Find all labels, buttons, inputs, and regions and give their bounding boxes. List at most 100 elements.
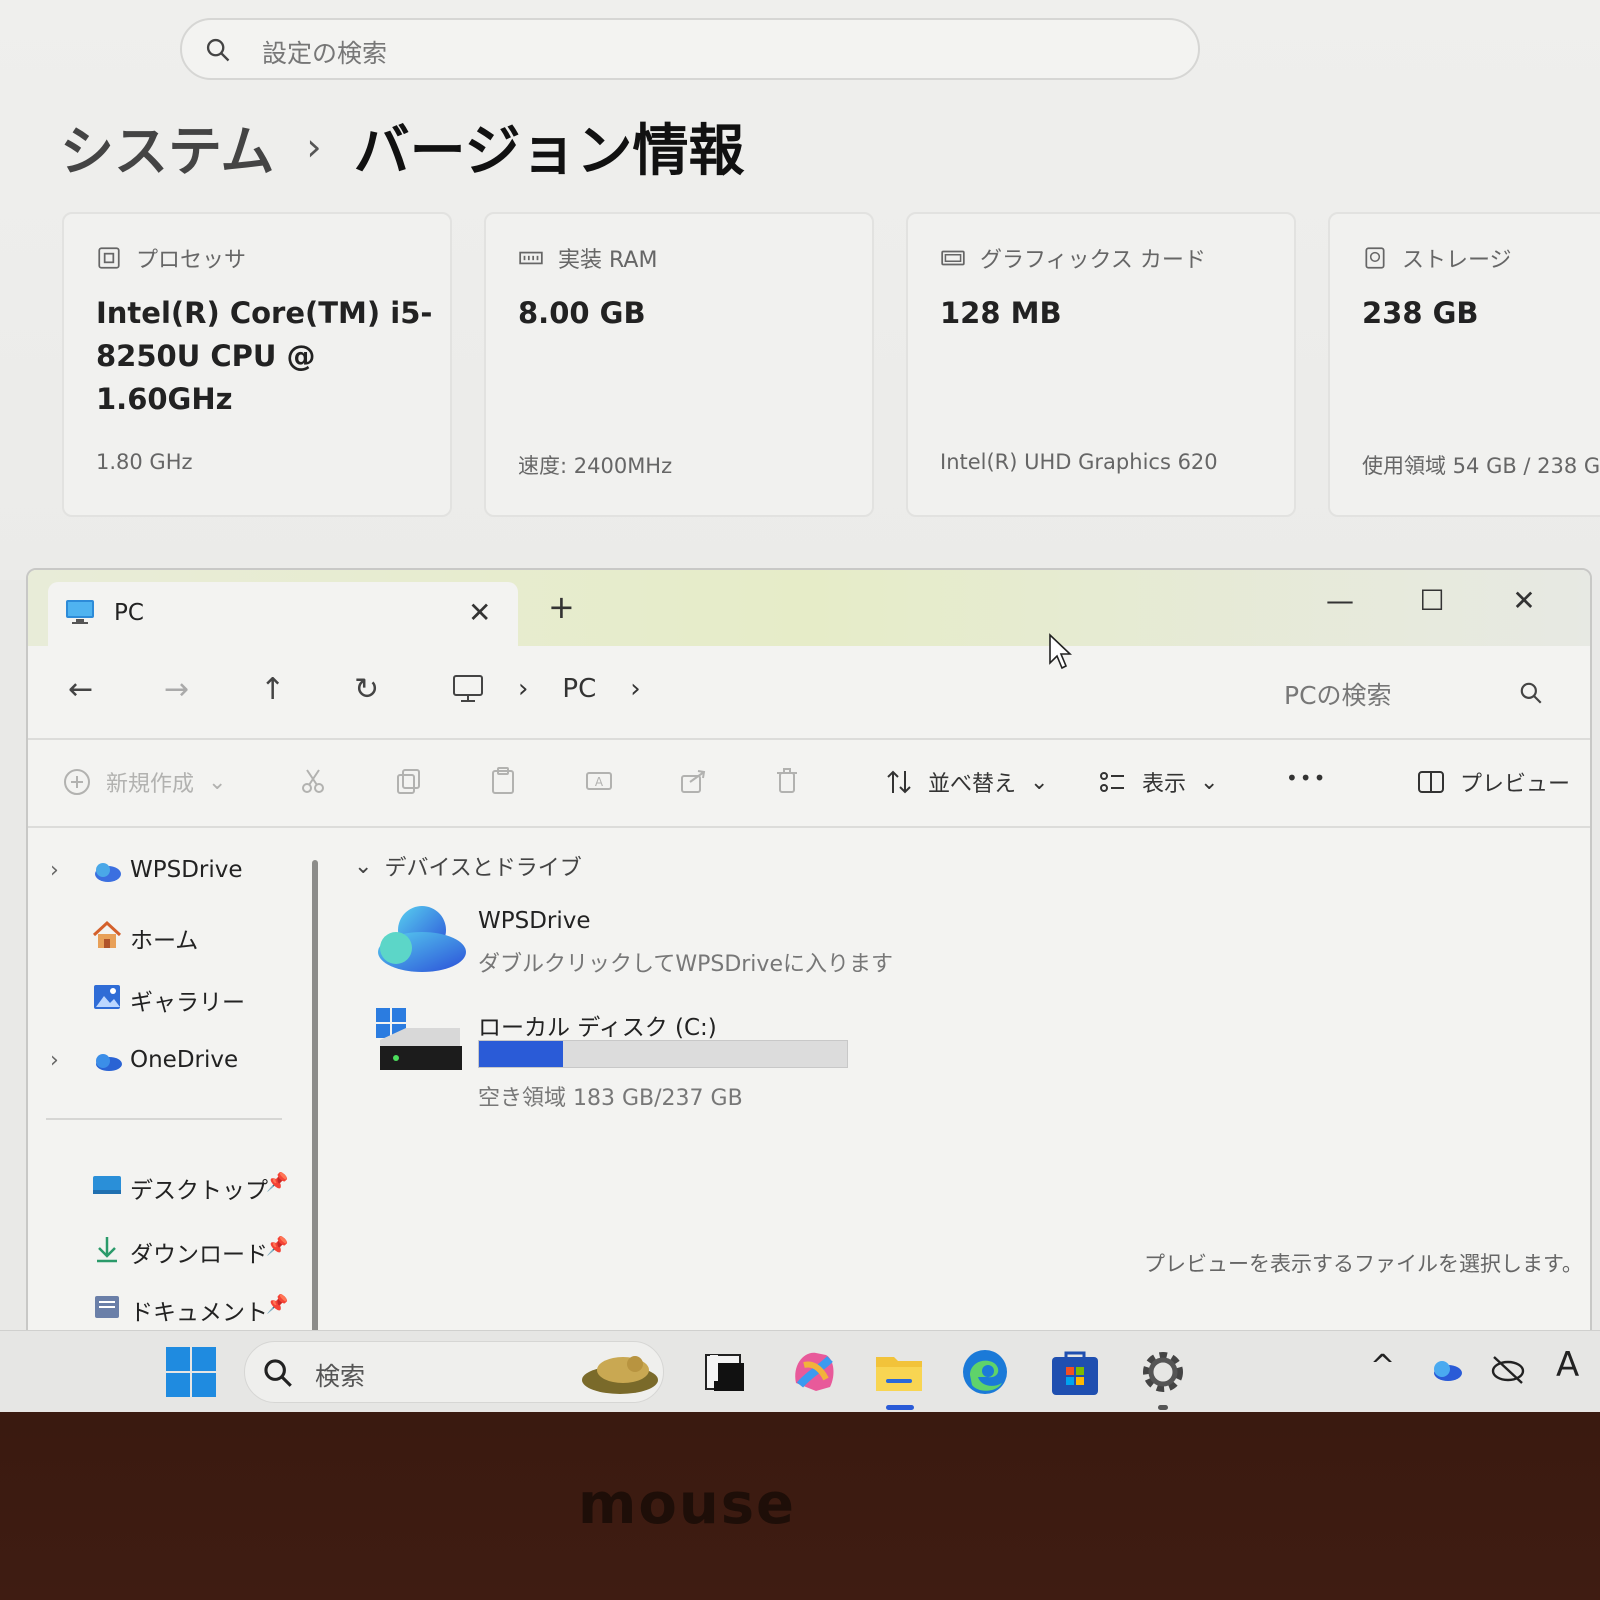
pc-search-input[interactable]: PCの検索 xyxy=(1228,660,1568,724)
settings-search-input[interactable]: 設定の検索 xyxy=(180,18,1200,80)
close-button[interactable]: ✕ xyxy=(1504,584,1544,617)
plus-circle-icon xyxy=(64,769,90,795)
drive-item-wpsdrive[interactable]: WPSDrive ダブルクリックしてWPSDriveに入ります xyxy=(374,900,893,980)
drive-description: 空き領域 183 GB/237 GB xyxy=(478,1086,743,1111)
spec-sub: 速度: 2400MHz xyxy=(518,454,673,478)
start-button[interactable] xyxy=(164,1345,218,1399)
command-bar: 新規作成 ⌄ A 並べ替え ⌄ 表示 ⌄ ••• プレビュー xyxy=(28,740,1590,828)
sidebar-item-desktop[interactable]: デスクトップ 📌 xyxy=(28,1158,318,1214)
breadcrumb: システム › バージョン情報 xyxy=(60,106,744,187)
mouse-cursor-icon xyxy=(1049,633,1072,670)
navigation-bar: ← → ↑ ↻ › PC › PCの検索 xyxy=(28,646,1590,740)
tray-cloud-icon[interactable] xyxy=(1428,1353,1464,1385)
sidebar-item-documents[interactable]: ドキュメント 📌 xyxy=(28,1280,318,1336)
chevron-down-icon: ⌄ xyxy=(208,769,227,795)
file-explorer-icon[interactable] xyxy=(872,1345,926,1399)
forward-button[interactable]: → xyxy=(164,672,189,707)
edge-icon[interactable] xyxy=(958,1345,1012,1399)
taskbar-search-placeholder: 検索 xyxy=(315,1362,366,1391)
address-separator[interactable]: › xyxy=(518,674,528,704)
chevron-down-icon: ⌄ xyxy=(1200,769,1219,795)
sidebar-item-label: OneDrive xyxy=(130,1047,239,1073)
expand-chevron-icon[interactable]: › xyxy=(50,858,59,883)
local-disk-icon xyxy=(376,1008,462,1070)
refresh-button[interactable]: ↻ xyxy=(354,672,379,707)
sidebar-item-label: デスクトップ xyxy=(130,1178,268,1204)
view-list-icon xyxy=(1100,772,1124,792)
task-view-icon[interactable] xyxy=(700,1345,754,1399)
taskbar: 検索 ^ A xyxy=(0,1330,1600,1412)
store-icon[interactable] xyxy=(1048,1345,1102,1399)
spec-card-processor: プロセッサ Intel(R) Core(TM) i5-8250U CPU @ 1… xyxy=(62,212,452,517)
expand-chevron-icon[interactable]: › xyxy=(50,1048,59,1073)
copy-button[interactable] xyxy=(394,766,424,796)
tab-title: PC xyxy=(114,600,144,626)
sidebar-item-onedrive[interactable]: › OneDrive xyxy=(28,1034,318,1090)
group-label: デバイスとドライブ xyxy=(384,856,582,881)
spec-card-graphics: グラフィックス カード 128 MB Intel(R) UHD Graphics… xyxy=(906,212,1296,517)
brand-logo: mouse xyxy=(578,1472,797,1537)
sidebar-item-wpsdrive[interactable]: › WPSDrive xyxy=(28,844,318,900)
tray-overflow-chevron-icon[interactable]: ^ xyxy=(1370,1349,1395,1384)
more-options-button[interactable]: ••• xyxy=(1286,766,1327,790)
pin-icon: 📌 xyxy=(266,1236,289,1257)
spec-value: 8.00 GB xyxy=(518,296,646,330)
sidebar-item-label: ダウンロード xyxy=(130,1242,268,1268)
spec-card-ram: 実装 RAM 8.00 GB 速度: 2400MHz xyxy=(484,212,874,517)
tab-pc[interactable]: PC ✕ xyxy=(48,582,518,648)
tab-close-icon[interactable]: ✕ xyxy=(468,596,491,629)
view-button[interactable]: 表示 ⌄ xyxy=(1098,766,1218,798)
spec-label: プロセッサ xyxy=(136,248,247,273)
sidebar-item-label: ギャラリー xyxy=(130,990,245,1016)
running-app-indicator xyxy=(1158,1405,1168,1410)
sort-label: 並べ替え xyxy=(928,772,1017,797)
search-icon xyxy=(1520,682,1542,704)
search-icon xyxy=(264,1359,292,1387)
group-header-devices[interactable]: ⌄ デバイスとドライブ xyxy=(354,850,582,882)
ime-indicator[interactable]: A xyxy=(1556,1345,1579,1385)
copilot-icon[interactable] xyxy=(786,1345,840,1399)
spec-value: Intel(R) Core(TM) i5-8250U CPU @ 1.60GHz xyxy=(96,296,433,416)
address-bar[interactable]: › PC › xyxy=(452,674,641,704)
network-disconnected-icon[interactable] xyxy=(1490,1353,1526,1385)
minimize-button[interactable]: — xyxy=(1320,584,1360,617)
trash-icon xyxy=(777,768,797,793)
download-icon xyxy=(97,1237,117,1263)
disk-usage-fill xyxy=(479,1041,563,1067)
breadcrumb-separator: › xyxy=(306,124,322,169)
breadcrumb-system[interactable]: システム xyxy=(60,107,274,186)
back-button[interactable]: ← xyxy=(68,672,93,707)
pane-splitter[interactable] xyxy=(312,860,318,1336)
address-location[interactable]: PC xyxy=(562,674,596,704)
drive-item-local-disk-c[interactable]: ローカル ディスク (C:) 空き領域 183 GB/237 GB xyxy=(374,1000,874,1111)
paste-button[interactable] xyxy=(488,766,518,796)
search-highlight-icon xyxy=(582,1356,658,1394)
address-separator[interactable]: › xyxy=(630,674,640,704)
maximize-button[interactable]: ☐ xyxy=(1412,584,1452,617)
preview-pane-button[interactable]: プレビュー xyxy=(1416,766,1570,798)
gallery-icon xyxy=(94,985,120,1009)
monitor-icon xyxy=(453,675,483,702)
storage-icon xyxy=(1365,247,1385,269)
share-button[interactable] xyxy=(678,766,708,796)
sidebar-item-gallery[interactable]: ギャラリー xyxy=(28,970,318,1026)
spec-value: 128 MB xyxy=(940,296,1062,330)
cut-button[interactable] xyxy=(298,766,328,796)
new-tab-button[interactable]: + xyxy=(548,588,575,626)
sidebar-item-home[interactable]: ホーム xyxy=(28,908,318,964)
delete-button[interactable] xyxy=(772,766,802,796)
settings-gear-icon[interactable] xyxy=(1136,1345,1190,1399)
new-button[interactable]: 新規作成 ⌄ xyxy=(62,766,226,798)
title-bar[interactable]: PC ✕ + — ☐ ✕ xyxy=(28,570,1590,648)
svg-text:A: A xyxy=(595,775,604,789)
share-icon xyxy=(681,770,706,793)
rename-button[interactable]: A xyxy=(584,766,614,796)
sort-button[interactable]: 並べ替え ⌄ xyxy=(884,766,1048,798)
up-button[interactable]: ↑ xyxy=(260,672,285,707)
file-explorer-window: PC ✕ + — ☐ ✕ ← → ↑ ↻ › PC › PCの検索 新規作成 ⌄ xyxy=(26,568,1592,1338)
taskbar-search[interactable]: 検索 xyxy=(244,1341,664,1403)
active-app-indicator xyxy=(886,1405,914,1410)
drive-name: ローカル ディスク (C:) xyxy=(478,1015,717,1041)
preview-label: プレビュー xyxy=(1460,772,1571,797)
sidebar-item-downloads[interactable]: ダウンロード 📌 xyxy=(28,1222,318,1278)
